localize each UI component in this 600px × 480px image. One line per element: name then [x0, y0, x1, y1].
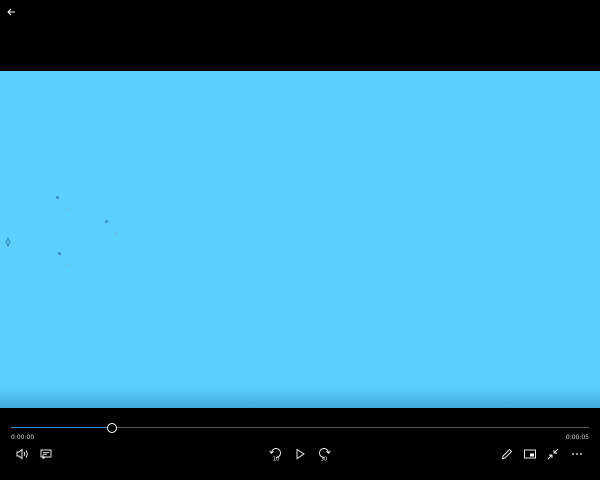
back-arrow-icon [7, 8, 15, 16]
edit-pencil-icon [501, 448, 513, 460]
skip-forward-30-icon: 30 [319, 448, 331, 462]
edit-button[interactable] [499, 447, 515, 461]
subtitles-button[interactable] [38, 447, 54, 461]
exit-fullscreen-button[interactable] [545, 447, 561, 461]
video-particle [105, 220, 108, 223]
video-frame[interactable] [0, 71, 600, 408]
video-particle [68, 264, 70, 266]
video-particle [115, 232, 117, 234]
duration-time: 0:00:05 [565, 434, 589, 441]
current-time: 0:00:00 [11, 434, 35, 441]
skip-forward-button[interactable]: 30 [316, 447, 332, 461]
more-options-button[interactable] [569, 447, 585, 461]
video-particle [58, 252, 61, 255]
skip-back-label: 10 [273, 457, 279, 462]
mini-view-icon [524, 449, 536, 459]
exit-fullscreen-icon [547, 448, 559, 460]
side-handle[interactable] [4, 233, 12, 247]
video-particle [66, 208, 68, 210]
play-icon [296, 448, 305, 460]
video-particle [56, 196, 59, 199]
more-icon [572, 453, 582, 455]
skip-forward-label: 30 [321, 457, 327, 462]
volume-icon [16, 448, 28, 460]
mini-view-button[interactable] [522, 447, 538, 461]
play-button[interactable] [292, 447, 308, 461]
subtitles-icon [40, 449, 52, 460]
skip-back-button[interactable]: 10 [268, 447, 284, 461]
seek-bar[interactable] [11, 427, 589, 428]
back-button[interactable] [5, 3, 19, 16]
volume-button[interactable] [15, 447, 31, 461]
expand-handle-icon [5, 237, 11, 247]
video-bottom-gradient [0, 386, 600, 408]
seek-bar-progress [11, 427, 113, 428]
skip-back-10-icon: 10 [269, 448, 281, 462]
seek-thumb[interactable] [107, 423, 118, 433]
